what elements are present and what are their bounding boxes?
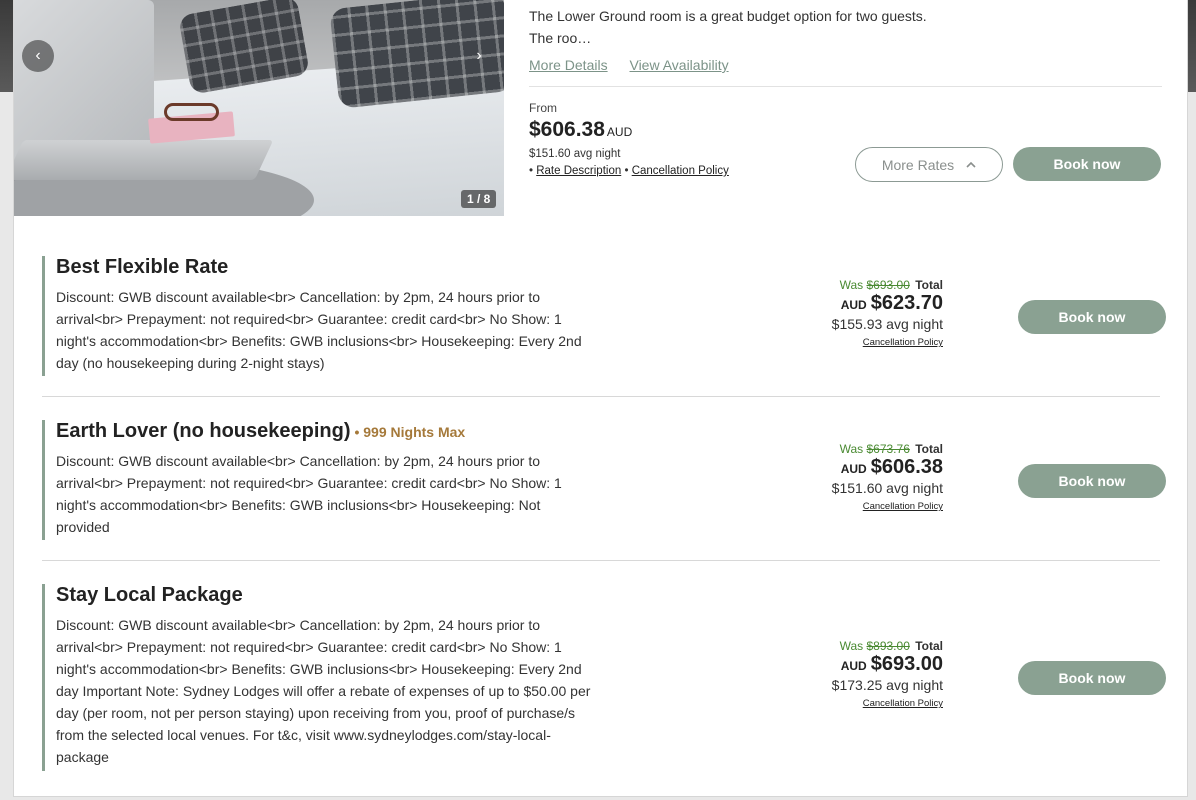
rate-row: Best Flexible Rate Discount: GWB discoun… xyxy=(42,256,1166,376)
was-price: Was $893.00 Total xyxy=(839,639,943,653)
cancellation-policy-link[interactable]: Cancellation Policy xyxy=(632,165,729,177)
current-price: AUD $693.00 xyxy=(840,653,943,675)
rate-accent-bar xyxy=(42,256,45,376)
rate-accent-bar xyxy=(42,584,45,771)
from-label: From xyxy=(529,101,557,115)
rate-accent-bar xyxy=(42,420,45,540)
cancellation-policy-link[interactable]: Cancellation Policy xyxy=(863,698,943,709)
avg-night: $173.25 avg night xyxy=(831,677,943,693)
book-now-button[interactable]: Book now xyxy=(1018,661,1166,695)
current-price: AUD $606.38 xyxy=(840,456,943,478)
gallery-counter: 1 / 8 xyxy=(461,190,497,208)
room-card: ‹ › 1 / 8 The Lower Ground room is a gre… xyxy=(13,0,1188,797)
view-availability-link[interactable]: View Availability xyxy=(629,57,728,73)
current-price: AUD $623.70 xyxy=(840,292,943,314)
divider xyxy=(42,396,1160,397)
book-now-button[interactable]: Book now xyxy=(1018,300,1166,334)
book-now-button[interactable]: Book now xyxy=(1018,464,1166,498)
rate-description: Discount: GWB discount available<br> Can… xyxy=(56,289,582,371)
rate-description: Discount: GWB discount available<br> Can… xyxy=(56,617,591,765)
gallery-prev-button[interactable]: ‹ xyxy=(22,40,54,72)
rate-price-box: Was $693.00 Total AUD $623.70 $155.93 avg… xyxy=(832,278,943,350)
more-details-link[interactable]: More Details xyxy=(529,57,608,73)
rate-row: Stay Local Package Discount: GWB discoun… xyxy=(42,584,1166,771)
gallery-next-button[interactable]: › xyxy=(463,40,495,72)
from-price: $606.38 AUD xyxy=(529,118,632,142)
chevron-right-icon: › xyxy=(476,47,482,64)
was-price: Was $693.00 Total xyxy=(839,278,943,292)
nights-max-badge: • 999 Nights Max xyxy=(354,424,466,440)
rate-price-box: Was $893.00 Total AUD $693.00 $173.25 avg… xyxy=(832,639,943,711)
rate-title: Earth Lover (no housekeeping) • 999 Night… xyxy=(56,420,466,442)
rate-price-box: Was $673.76 Total AUD $606.38 $151.60 avg… xyxy=(832,442,943,514)
from-price-value: $606.38 xyxy=(529,118,605,141)
room-description: The Lower Ground room is a great budget … xyxy=(529,8,927,46)
avg-night: $151.60 avg night xyxy=(831,480,943,496)
book-now-button[interactable]: Book now xyxy=(1013,147,1161,181)
cancellation-policy-link[interactable]: Cancellation Policy xyxy=(863,337,943,348)
rate-links: • Rate Description • Cancellation Policy xyxy=(529,165,729,177)
cancellation-policy-link[interactable]: Cancellation Policy xyxy=(863,501,943,512)
rate-description: Discount: GWB discount available<br> Can… xyxy=(56,453,562,535)
more-rates-label: More Rates xyxy=(881,156,955,173)
rate-title: Best Flexible Rate xyxy=(56,256,229,278)
was-price: Was $673.76 Total xyxy=(839,442,943,456)
more-rates-button[interactable]: More Rates xyxy=(855,147,1003,182)
chevron-up-icon xyxy=(966,159,976,171)
rate-description-link[interactable]: Rate Description xyxy=(536,165,621,177)
rate-row: Earth Lover (no housekeeping) • 999 Night… xyxy=(42,420,1166,540)
room-links: More Details View Availability xyxy=(529,57,747,73)
divider xyxy=(529,86,1162,87)
avg-night: $155.93 avg night xyxy=(831,316,943,332)
chevron-left-icon: ‹ xyxy=(35,47,41,64)
from-price-currency: AUD xyxy=(606,125,633,139)
sunglasses-image xyxy=(164,103,219,121)
divider xyxy=(42,560,1160,561)
room-photo-gallery[interactable]: ‹ › 1 / 8 xyxy=(14,0,504,216)
from-avg-night: $151.60 avg night xyxy=(529,148,621,160)
rate-title: Stay Local Package xyxy=(56,584,243,606)
